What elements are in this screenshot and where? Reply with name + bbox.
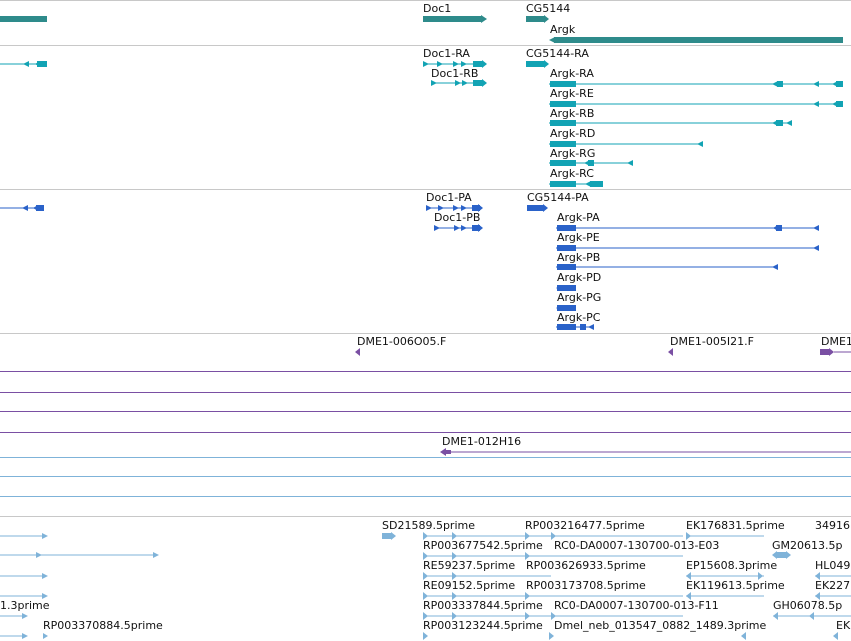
protein-glyph-cg5144-pa[interactable] [527, 204, 549, 212]
est-label-hl049[interactable]: HL049 [815, 559, 850, 572]
bac-glyph-012h16[interactable] [440, 448, 851, 456]
est-glyph-row7-c[interactable] [741, 632, 751, 640]
est-glyph-sd21589[interactable] [382, 532, 398, 540]
est-glyph-left-3[interactable] [0, 572, 50, 580]
bac-clone-line-2[interactable] [0, 392, 851, 393]
est-glyph-row7-a[interactable] [423, 632, 433, 640]
est-label-rc0-e03[interactable]: RC0-DA0007-130700-013-E03 [554, 539, 719, 552]
est-label-rp003173708[interactable]: RP003173708.5prime [526, 579, 646, 592]
est-label-re59237[interactable]: RE59237.5prime [423, 559, 515, 572]
est-glyph-row7-d[interactable] [833, 632, 843, 640]
protein-feature-left[interactable] [0, 204, 46, 212]
gene-feature-left[interactable] [0, 16, 47, 22]
bac-label-006o05[interactable]: DME1-006O05.F [357, 335, 446, 348]
gene-glyph-cg5144[interactable] [526, 15, 550, 23]
bac-clone-line-1[interactable] [0, 371, 851, 372]
est-label-ep15608[interactable]: EP15608.3prime [686, 559, 777, 572]
transcript-label-cg5144-ra[interactable]: CG5144-RA [526, 47, 589, 60]
protein-glyph-doc1-pb[interactable] [434, 224, 486, 232]
est-glyph-ek176831[interactable] [686, 532, 766, 540]
clone-line-blue-2[interactable] [0, 476, 851, 477]
bac-glyph-006o05[interactable] [355, 348, 363, 356]
protein-label-argk-pa[interactable]: Argk-PA [557, 211, 600, 224]
est-glyph-ek119613[interactable] [686, 592, 766, 600]
est-label-rp003677542[interactable]: RP003677542.5prime [423, 539, 543, 552]
track-separator-top [0, 0, 851, 1]
est-glyph-row7-b[interactable] [549, 632, 559, 640]
transcript-glyph-doc1-rb[interactable] [431, 79, 489, 87]
est-glyph-left-6[interactable] [0, 632, 30, 640]
est-label-rp003123244[interactable]: RP003123244.5prime [423, 619, 543, 632]
protein-label-argk-pg[interactable]: Argk-PG [557, 291, 601, 304]
est-label-rc0-f11[interactable]: RC0-DA0007-130700-013-F11 [554, 599, 719, 612]
est-label-dmel-neb[interactable]: Dmel_neb_013547_0882_1489.3prime [554, 619, 766, 632]
transcript-glyph-argk-rb[interactable] [549, 119, 794, 127]
est-label-gm20613[interactable]: GM20613.5p [772, 539, 843, 552]
est-label-re09152[interactable]: RE09152.5prime [423, 579, 515, 592]
est-glyph-left-5[interactable] [0, 612, 30, 620]
gene-label-argk[interactable]: Argk [550, 23, 575, 36]
est-glyph-left-2[interactable] [0, 551, 162, 559]
transcript-label-argk-ra[interactable]: Argk-RA [550, 67, 594, 80]
transcript-label-argk-rc[interactable]: Argk-RC [550, 167, 594, 180]
protein-label-argk-pd[interactable]: Argk-PD [557, 271, 601, 284]
transcript-glyph-cg5144-ra[interactable] [526, 60, 550, 68]
est-label-rp003337844[interactable]: RP003337844.5prime [423, 599, 543, 612]
protein-label-doc1-pa[interactable]: Doc1-PA [426, 191, 472, 204]
clone-line-blue-3[interactable] [0, 496, 851, 497]
protein-label-cg5144-pa[interactable]: CG5144-PA [527, 191, 589, 204]
transcript-feature-left[interactable] [0, 60, 48, 68]
track-separator-bac [0, 516, 851, 517]
est-label-gh06078[interactable]: GH06078.5p [773, 599, 842, 612]
clone-line-blue-1[interactable] [0, 457, 851, 458]
est-label-ek227[interactable]: EK227 [815, 579, 850, 592]
bac-glyph-005i21[interactable] [668, 348, 676, 356]
transcript-label-argk-rd[interactable]: Argk-RD [550, 127, 595, 140]
protein-label-argk-pe[interactable]: Argk-PE [557, 231, 600, 244]
bac-clone-line-3[interactable] [0, 411, 851, 412]
bac-clone-line-4[interactable] [0, 432, 851, 433]
protein-label-doc1-pb[interactable]: Doc1-PB [434, 211, 480, 224]
transcript-glyph-argk-rg[interactable] [549, 159, 636, 167]
gene-glyph-doc1[interactable] [423, 15, 488, 23]
transcript-label-doc1-ra[interactable]: Doc1-RA [423, 47, 470, 60]
bac-label-012h16[interactable]: DME1-012H16 [442, 435, 521, 448]
est-glyph-left-1[interactable] [0, 532, 50, 540]
est-glyph-gm20613[interactable] [772, 551, 794, 559]
est-label-sd21589[interactable]: SD21589.5prime [382, 519, 475, 532]
est-label-ek176831[interactable]: EK176831.5prime [686, 519, 785, 532]
gene-label-doc1[interactable]: Doc1 [423, 2, 451, 15]
bac-label-005i21[interactable]: DME1-005I21.F [670, 335, 754, 348]
est-label-left-1-3prime[interactable]: 1.3prime [0, 599, 50, 612]
est-label-rp003626933[interactable]: RP003626933.5prime [526, 559, 646, 572]
transcript-label-argk-re[interactable]: Argk-RE [550, 87, 594, 100]
track-separator-transcript [0, 189, 851, 190]
est-label-rp003216477[interactable]: RP003216477.5prime [525, 519, 645, 532]
est-label-rp003370884[interactable]: RP003370884.5prime [43, 619, 163, 632]
transcript-glyph-argk-rc[interactable] [549, 180, 605, 188]
protein-glyph-argk-pc[interactable] [556, 323, 596, 331]
est-label-ek119613[interactable]: EK119613.5prime [686, 579, 785, 592]
track-separator-gene [0, 45, 851, 46]
est-glyph-rp003370884[interactable] [43, 632, 51, 640]
gene-label-cg5144[interactable]: CG5144 [526, 2, 570, 15]
track-separator-protein [0, 333, 851, 334]
est-label-34916[interactable]: 34916 [815, 519, 850, 532]
protein-glyph-argk-pb[interactable] [556, 263, 780, 271]
gene-glyph-argk[interactable] [549, 36, 844, 44]
bac-label-dme1-right[interactable]: DME1 [821, 335, 851, 348]
est-label-ek-end[interactable]: EK [836, 619, 850, 632]
bac-glyph-dme1-right[interactable] [820, 348, 851, 356]
